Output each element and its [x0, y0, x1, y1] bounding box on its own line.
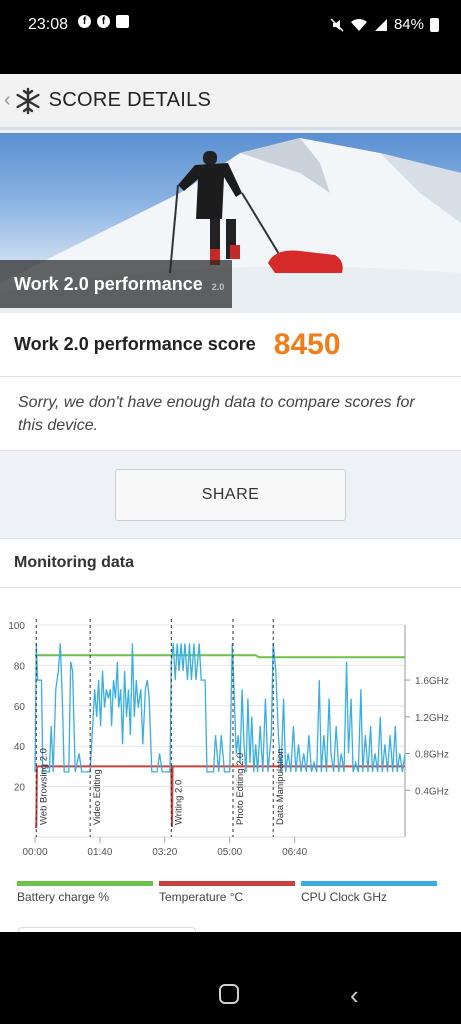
x-tick-label: 03:20: [152, 847, 177, 858]
right-tick-label: 1.6GHz: [415, 676, 449, 687]
image-icon: [116, 15, 129, 28]
page-title: SCORE DETAILS: [48, 89, 212, 111]
legend-item: Battery charge %: [17, 881, 153, 904]
x-tick-label: 00:00: [22, 847, 47, 858]
monitoring-card: Monitoring data 20 40 60 80 100 0.4GHz 0.8GHz 1…: [0, 538, 461, 932]
wifi-icon: [350, 18, 367, 31]
notification-icons: f f: [78, 15, 129, 28]
status-right: 84%: [330, 16, 439, 33]
signal-icon: [374, 18, 387, 31]
test-marker-label: Data Manipulation: [275, 748, 286, 825]
battery-percent: 84%: [393, 16, 424, 33]
monitoring-title: Monitoring data: [14, 554, 134, 571]
y-tick-label: 80: [14, 661, 26, 672]
y-tick-label: 20: [14, 783, 26, 794]
hero-caption-text: Work 2.0 performance: [14, 274, 203, 294]
facebook-icon: f: [78, 15, 91, 28]
hero-caption-tail: 2.0: [211, 282, 225, 292]
legend-label: Temperature °C: [159, 890, 244, 904]
app-header: ‹ SCORE DETAILS: [0, 74, 461, 130]
home-button[interactable]: [219, 984, 239, 1004]
status-bar: 23:08 f f 84%: [0, 0, 461, 52]
right-tick-label: 1.2GHz: [415, 713, 449, 724]
score-value: 8450: [273, 327, 341, 361]
status-gap: [0, 52, 461, 74]
monitoring-chart: 20 40 60 80 100 0.4GHz 0.8GHz 1.2GHz 1.6GHz 00:00…: [8, 619, 449, 858]
share-button[interactable]: SHARE: [115, 469, 346, 521]
legend-swatch: [159, 881, 295, 886]
y-tick-label: 100: [8, 621, 25, 632]
legend-label: Battery charge %: [17, 890, 110, 904]
no-comparison-note: Sorry, we don't have enough data to comp…: [0, 377, 461, 451]
test-marker-label: Photo Editing 2.0: [235, 753, 246, 825]
y-tick-label: 40: [14, 742, 26, 753]
legend-label: CPU Clock GHz: [301, 890, 388, 904]
x-tick-label: 06:40: [282, 847, 307, 858]
right-tick-label: 0.8GHz: [415, 750, 449, 761]
legend-swatch: [17, 881, 153, 886]
score-label: Work 2.0 performance score: [14, 334, 256, 354]
x-tick-label: 05:00: [217, 847, 242, 858]
chart-legend: Battery charge % Temperature °C CPU Clock …: [0, 881, 461, 911]
monitoring-divider: [0, 587, 461, 588]
back-chevron-icon[interactable]: ‹: [4, 89, 11, 112]
battery-icon: [430, 17, 439, 32]
facebook-icon: f: [97, 15, 110, 28]
hero-caption: Work 2.0 performance 2.0: [0, 260, 232, 308]
mute-icon: [330, 17, 344, 32]
legend-item: CPU Clock GHz: [301, 881, 437, 904]
legend-item: Temperature °C: [159, 881, 295, 904]
legend-swatch: [301, 881, 437, 886]
hero-image: Work 2.0 performance 2.0: [0, 133, 461, 313]
navigation-bar: ‹: [0, 932, 461, 1024]
score-row: Work 2.0 performance score 8450: [0, 313, 461, 377]
status-time: 23:08: [28, 16, 69, 33]
snowflake-logo-icon: [13, 86, 43, 116]
back-button[interactable]: ‹: [350, 980, 359, 1011]
x-tick-label: 01:40: [87, 847, 112, 858]
test-marker-label: Writing 2.0: [173, 780, 184, 825]
app-content: ‹ SCORE DETAILS Work 2.0 performance 2.0…: [0, 74, 461, 932]
right-tick-label: 0.4GHz: [415, 786, 449, 797]
test-marker-label: Video Editing: [92, 769, 103, 825]
y-tick-label: 60: [14, 702, 26, 713]
test-marker-label: Web Browsing 2.0: [38, 748, 49, 825]
